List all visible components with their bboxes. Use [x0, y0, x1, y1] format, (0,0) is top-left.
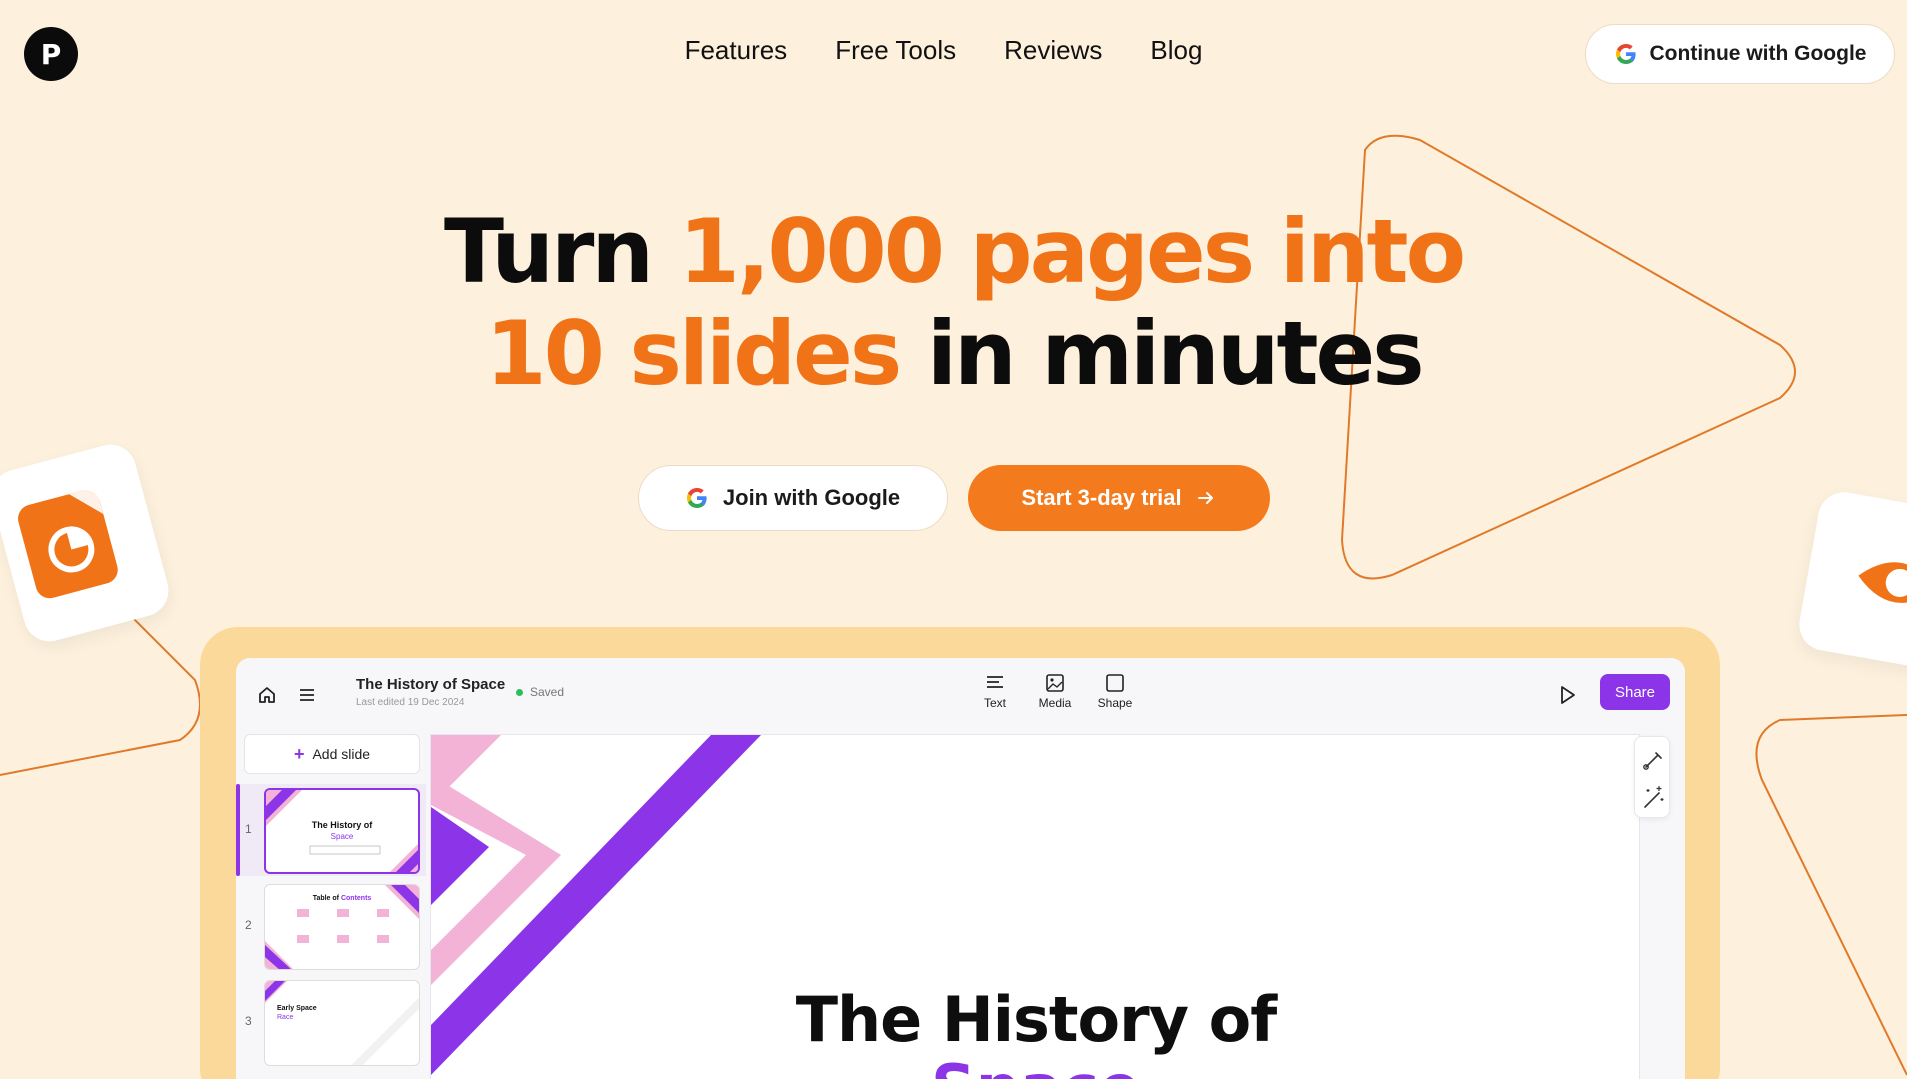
hero-plain-2: in minutes — [926, 302, 1425, 405]
text-icon — [987, 676, 1003, 688]
text-tool-label: Text — [983, 696, 1006, 710]
start-trial-label: Start 3-day trial — [1021, 485, 1182, 510]
insert-tools: Text Media Shape — [976, 674, 1134, 710]
slide-thumbnail[interactable]: Table of Contents — [264, 884, 420, 970]
hero-headline-line-1: Turn 1,000 pages into — [0, 200, 1907, 303]
saved-dot-icon — [516, 688, 523, 696]
slide-number: 1 — [245, 822, 252, 836]
brush-icon[interactable] — [1635, 739, 1671, 779]
slide-number: 3 — [245, 1014, 252, 1028]
shape-tool-label: Shape — [1097, 696, 1133, 710]
slide-canvas[interactable]: The History of Space — [430, 734, 1640, 1079]
active-slide-indicator — [236, 784, 240, 876]
nav-reviews[interactable]: Reviews — [1004, 35, 1102, 66]
presentation-file-icon — [14, 486, 121, 602]
editor-toolbar: The History of Space Last edited 19 Dec … — [236, 658, 1685, 734]
hero-headline-line-2: 10 slides in minutes — [0, 302, 1907, 405]
canvas-side-tools — [1634, 736, 1670, 818]
slide-number: 2 — [245, 918, 252, 932]
slide-thumbnail-subtitle: Space — [330, 832, 354, 841]
editor-preview: The History of Space Last edited 19 Dec … — [236, 658, 1685, 1079]
slide-thumbnail-title: Table of Contents — [265, 895, 419, 902]
continue-with-google-button[interactable]: Continue with Google — [1585, 24, 1895, 84]
join-with-google-button[interactable]: Join with Google — [637, 465, 948, 531]
slide-thumbnail[interactable]: The History of Space — [264, 788, 420, 874]
cta-row: Join with Google Start 3-day trial — [0, 465, 1907, 531]
slide-thumbnail-row[interactable]: 3 Early Space Race — [236, 976, 426, 1068]
nav-free-tools[interactable]: Free Tools — [835, 35, 956, 66]
hero-accent-1: 1,000 pages into — [678, 200, 1466, 303]
join-with-google-label: Join with Google — [722, 485, 901, 510]
plus-icon: + — [293, 743, 305, 764]
play-icon — [1561, 686, 1575, 704]
start-trial-button[interactable]: Start 3-day trial — [967, 465, 1270, 531]
slide-thumbnail-subtitle: Race — [277, 1014, 294, 1021]
slide-thumbnail-row[interactable]: 2 Table of Contents — [236, 880, 426, 972]
saved-label: Saved — [530, 685, 565, 699]
menu-icon[interactable] — [294, 682, 320, 708]
slide-subtitle[interactable]: Space — [431, 1051, 1641, 1079]
last-edited: Last edited 19 Dec 2024 — [356, 697, 465, 708]
slide-thumbnail[interactable]: Early Space Race — [264, 980, 420, 1066]
shape-tool[interactable]: Shape — [1096, 674, 1134, 710]
slide-title[interactable]: The History of — [431, 983, 1641, 1056]
saved-status: Saved — [516, 685, 564, 699]
home-icon[interactable] — [254, 682, 280, 708]
play-button[interactable] — [1552, 680, 1582, 710]
slides-sidebar: + Add slide 1 The History of Space 2 Tab… — [236, 734, 426, 1079]
nav-blog[interactable]: Blog — [1150, 35, 1202, 66]
add-slide-label: Add slide — [312, 746, 371, 762]
slide-thumbnail-title: Early Space — [277, 1005, 317, 1012]
arrow-right-icon — [1197, 492, 1213, 504]
slide-thumbnail-graphic — [265, 981, 419, 1065]
media-tool-label: Media — [1038, 696, 1072, 710]
document-title[interactable]: The History of Space — [356, 676, 505, 693]
slide-thumbnail-title-accent: Contents — [340, 895, 372, 902]
magic-wand-icon[interactable] — [1635, 777, 1671, 817]
image-icon — [1046, 674, 1064, 692]
share-button[interactable]: Share — [1600, 674, 1670, 710]
slide-thumbnail-title-text: Table of — [312, 895, 340, 902]
hero-plain-1: Turn — [443, 200, 654, 303]
square-icon — [1106, 674, 1124, 692]
nav-features[interactable]: Features — [685, 35, 788, 66]
hero-accent-2: 10 slides — [485, 302, 902, 405]
google-icon — [1615, 44, 1636, 64]
text-tool[interactable]: Text — [976, 674, 1014, 710]
continue-with-google-label: Continue with Google — [1649, 42, 1867, 65]
slide-thumbnail-row[interactable]: 1 The History of Space — [236, 784, 426, 876]
slide-thumbnail-title: The History of — [311, 820, 373, 830]
add-slide-button[interactable]: + Add slide — [244, 734, 420, 774]
google-icon — [686, 488, 707, 508]
media-tool[interactable]: Media — [1036, 674, 1074, 710]
